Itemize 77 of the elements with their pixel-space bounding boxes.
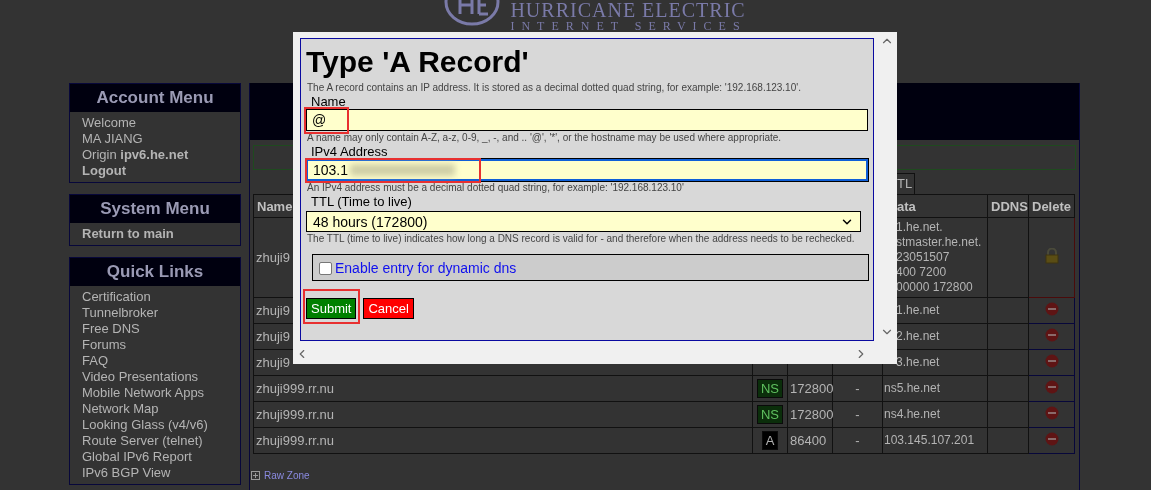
ttl-select[interactable]: 48 hours (172800) xyxy=(306,211,861,232)
cancel-button[interactable]: Cancel xyxy=(363,298,414,319)
record-type-badge: A xyxy=(761,431,779,450)
menu-link[interactable]: Return to main xyxy=(82,226,174,242)
menu-link[interactable]: FAQ xyxy=(82,353,108,369)
logo-emblem-icon xyxy=(444,0,501,26)
delete-icon[interactable] xyxy=(1044,406,1059,420)
table-cell-text: 3.he.net xyxy=(895,355,941,370)
text-field[interactable]: 103.1 xyxy=(306,159,868,181)
table-cell: zhuji9 xyxy=(256,250,290,265)
text-field[interactable]: @ xyxy=(306,109,868,131)
column-header: DDNS xyxy=(987,194,1029,218)
table-cell-text: ns5.he.net xyxy=(884,381,942,396)
field-label: Name xyxy=(310,95,346,109)
table-cell-text: 2.he.net xyxy=(895,329,941,344)
menu-title: Quick Links xyxy=(70,258,240,286)
table-cell-text: 00000 172800 xyxy=(895,280,974,295)
table-cell-text: 23051507 xyxy=(895,250,951,265)
column-header: Delete xyxy=(1028,194,1075,218)
table-cell: zhuji999.rr.nu xyxy=(256,381,335,396)
logo-title: HURRICANE ELECTRIC xyxy=(510,0,747,20)
table-cell-text: ns4.he.net xyxy=(884,407,942,422)
menu-link[interactable]: Certification xyxy=(82,289,151,305)
table-cell-text: 1.he.net. xyxy=(895,220,944,235)
table-cell: zhuji9 xyxy=(256,355,290,370)
table-cell-text: stmaster.he.net. xyxy=(895,235,983,250)
table-cell: 172800 xyxy=(790,407,834,422)
menu-link[interactable]: Origin ipv6.he.net xyxy=(82,147,189,163)
table-cell: zhuji999.rr.nu xyxy=(256,433,335,448)
menu-link[interactable]: Forums xyxy=(82,337,127,353)
delete-icon[interactable] xyxy=(1044,328,1059,342)
menu-link[interactable]: Video Presentations xyxy=(82,369,199,385)
menu-link[interactable]: IPv6 BGP View xyxy=(82,465,171,481)
menu-title: Account Menu xyxy=(70,84,240,112)
logo-subtitle: INTERNET SERVICES xyxy=(510,20,747,32)
menu-link[interactable]: Mobile Network Apps xyxy=(82,385,205,401)
menu-link[interactable]: Welcome xyxy=(82,115,136,131)
field-label: TTL (Time to live) xyxy=(310,195,412,209)
record-type-badge: NS xyxy=(756,405,784,424)
menu-link[interactable]: Logout xyxy=(82,163,127,179)
menu-link[interactable]: Looking Glass (v4/v6) xyxy=(82,417,208,433)
menu-link[interactable]: Global IPv6 Report xyxy=(82,449,192,465)
table-cell: zhuji999.rr.nu xyxy=(256,407,335,422)
lock-icon xyxy=(1044,248,1059,264)
checkbox-label[interactable]: Enable entry for dynamic dns xyxy=(335,259,517,276)
table-cell-text: 1.he.net xyxy=(895,303,941,318)
dialog-title: Type 'A Record' xyxy=(306,44,529,80)
submit-button[interactable]: Submit xyxy=(306,298,357,319)
table-cell: - xyxy=(855,381,860,396)
table-cell: 86400 xyxy=(790,433,827,448)
menu-link[interactable]: Tunnelbroker xyxy=(82,305,159,321)
record-type-badge: NS xyxy=(756,379,784,398)
menu-link[interactable]: MA JIANG xyxy=(82,131,143,147)
description-text: The A record contains an IP address. It is stored as a decimal dotted quad string, for example: '192.168.123.10'. xyxy=(306,81,801,94)
table-cell: 172800 xyxy=(790,381,834,396)
field-hint: An IPv4 address must be a decimal dotted quad string, for example: '192.168.123.10' xyxy=(306,181,684,194)
table-cell-text: 103.145.107.201 xyxy=(884,433,976,448)
table-cell: zhuji9 xyxy=(256,329,290,344)
menu-link[interactable]: Route Server (telnet) xyxy=(82,433,203,449)
delete-icon[interactable] xyxy=(1044,380,1059,394)
raw-zone-link[interactable]: Raw Zone xyxy=(264,470,310,481)
delete-icon[interactable] xyxy=(1044,432,1059,446)
table-cell: - xyxy=(855,407,860,422)
highlight-frame xyxy=(304,107,349,134)
menu-link[interactable]: Free DNS xyxy=(82,321,140,337)
highlight-frame xyxy=(303,289,361,324)
table-cell: zhuji9 xyxy=(256,303,290,318)
delete-icon[interactable] xyxy=(1044,302,1059,316)
menu-title: System Menu xyxy=(70,195,240,223)
field-label: IPv4 Address xyxy=(310,145,388,159)
table-cell-text: 400 7200 xyxy=(895,265,948,280)
table-cell: - xyxy=(855,433,860,448)
menu-link[interactable]: Network Map xyxy=(82,401,159,417)
field-hint: The TTL (time to live) indicates how long a DNS record is valid for - and therefore when the address needs to be rechecked. xyxy=(306,232,855,245)
expand-icon[interactable] xyxy=(251,471,260,480)
checkbox[interactable] xyxy=(319,262,332,275)
delete-icon[interactable] xyxy=(1044,354,1059,368)
